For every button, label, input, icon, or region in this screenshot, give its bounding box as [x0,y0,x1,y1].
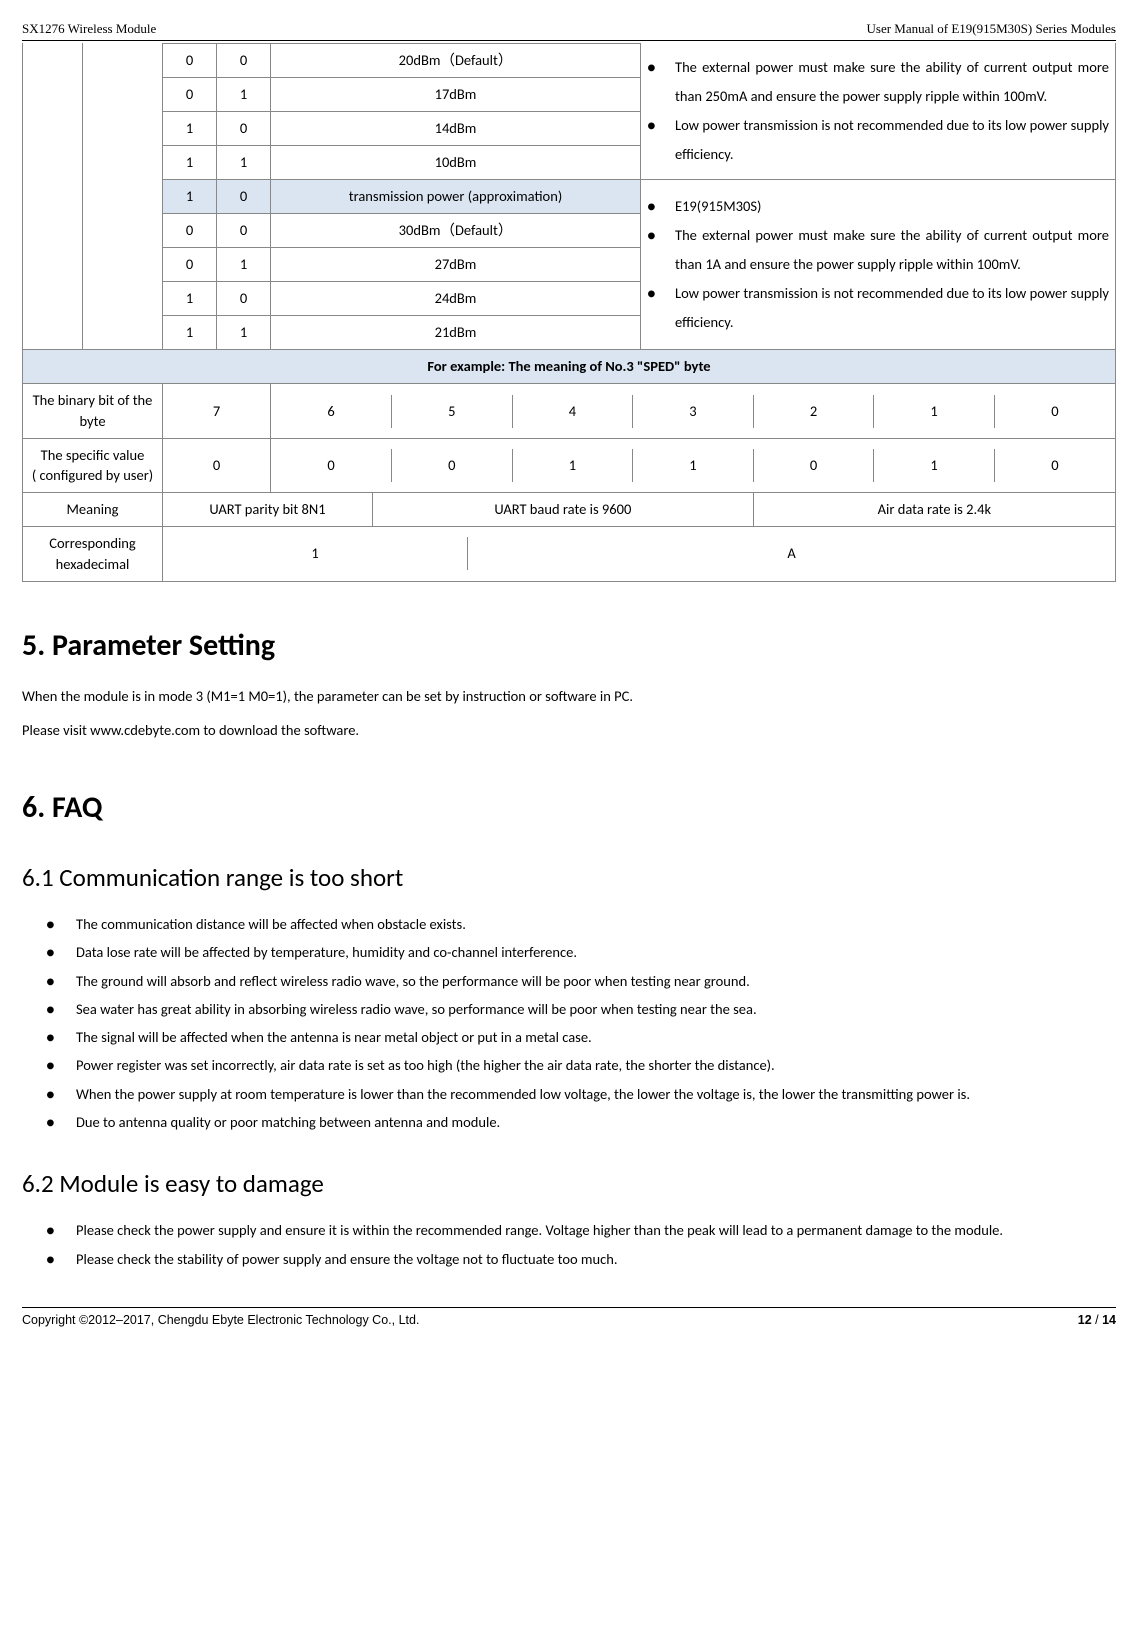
list-item: ●The ground will absorb and reflect wire… [22,967,1116,995]
list-item: ●Data lose rate will be affected by temp… [22,938,1116,966]
list-item: ●Power register was set incorrectly, air… [22,1051,1116,1079]
example-title-row: For example: The meaning of No.3 "SPED" … [23,349,1116,383]
section-6-1-title: 6.1 Communication range is too short [22,860,1116,896]
page-header: SX1276 Wireless Module User Manual of E1… [22,20,1116,41]
paragraph: Please visit www.cdebyte.com to download… [22,717,1116,745]
section-6-title: 6. FAQ [22,786,1116,830]
header-left: SX1276 Wireless Module [22,20,156,39]
faq-list-6-2: ●Please check the power supply and ensur… [22,1216,1116,1273]
table-row: The binary bit of the byte 7 6 5 4 3 2 1… [23,384,1116,439]
bit1: 0 [163,43,217,77]
list-item: ●Please check the power supply and ensur… [22,1216,1116,1244]
table-row: 1 0 transmission power (approximation) ●… [23,179,1116,213]
note-cell: ●The external power must make sure the a… [641,43,1116,179]
section-5-title: 5. Parameter Setting [22,624,1116,668]
list-item: ●When the power supply at room temperatu… [22,1080,1116,1108]
footer-left: Copyright ©2012–2017, Chengdu Ebyte Elec… [22,1311,419,1329]
table-row: Corresponding hexadecimal 1 A [23,526,1116,581]
list-item: ●The signal will be affected when the an… [22,1023,1116,1051]
list-item: ●Please check the stability of power sup… [22,1245,1116,1273]
table-row: Meaning UART parity bit 8N1 UART baud ra… [23,492,1116,526]
faq-list-6-1: ●The communication distance will be affe… [22,910,1116,1136]
desc: 20dBm（Default） [271,43,641,77]
paragraph: When the module is in mode 3 (M1=1 M0=1)… [22,683,1116,711]
bit2: 0 [217,43,271,77]
list-item: ●Due to antenna quality or poor matching… [22,1108,1116,1136]
footer-page: 12 / 14 [1078,1311,1116,1329]
list-item: ●Sea water has great ability in absorbin… [22,995,1116,1023]
header-right: User Manual of E19(915M30S) Series Modul… [867,20,1117,39]
list-item: ●The communication distance will be affe… [22,910,1116,938]
table-row: The specific value ( configured by user)… [23,439,1116,493]
page-footer: Copyright ©2012–2017, Chengdu Ebyte Elec… [22,1307,1116,1329]
section-6-2-title: 6.2 Module is easy to damage [22,1166,1116,1202]
table-row: 0 0 20dBm（Default） ●The external power m… [23,43,1116,77]
note-cell: ●E19(915M30S) ●The external power must m… [641,179,1116,349]
power-table: 0 0 20dBm（Default） ●The external power m… [22,43,1116,582]
